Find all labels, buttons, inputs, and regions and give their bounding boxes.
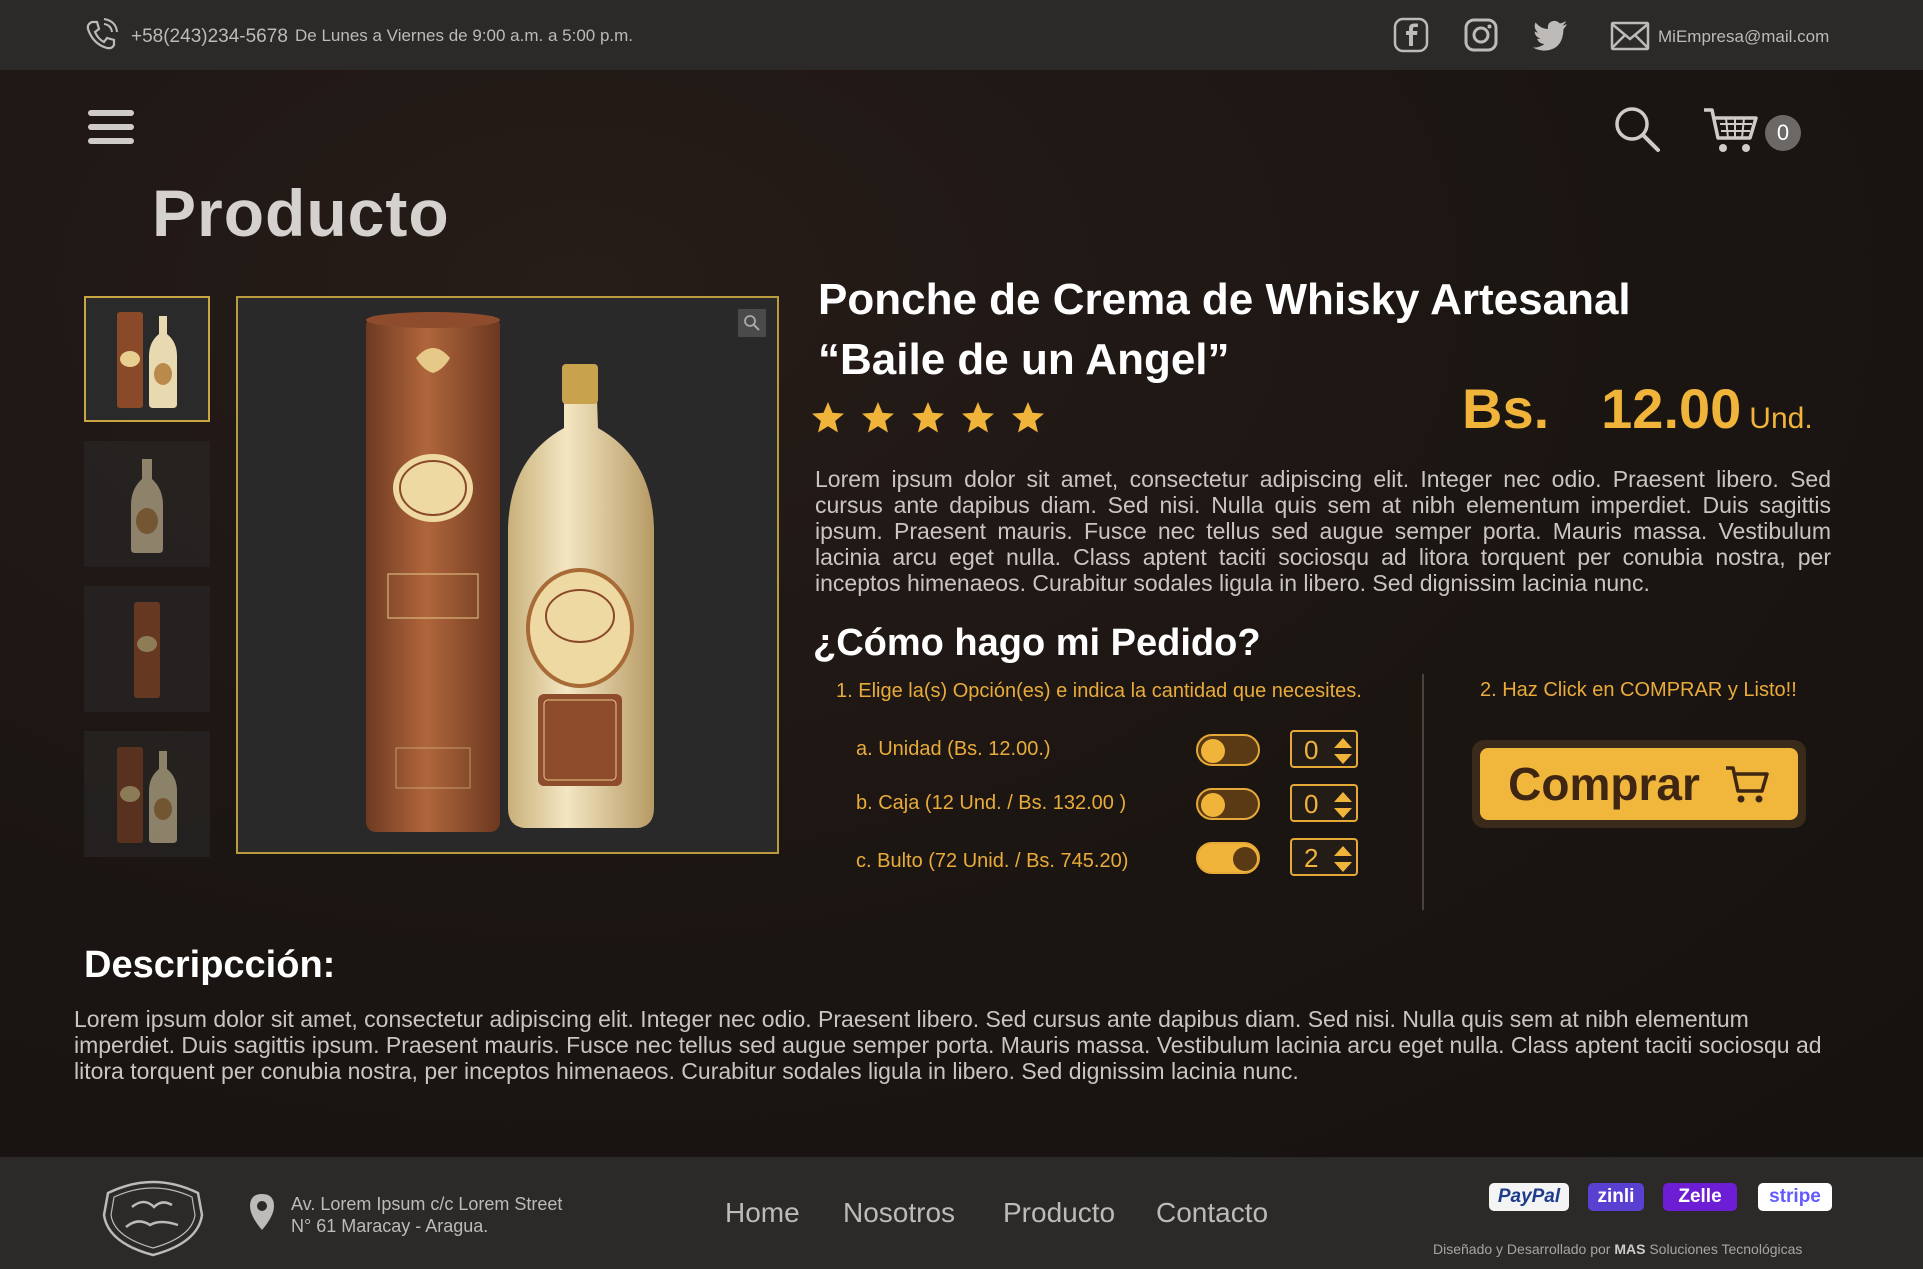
credits: Diseñado y Desarrollado por MAS Solucion…: [1433, 1241, 1802, 1257]
footer-nav-producto[interactable]: Producto: [1003, 1197, 1115, 1229]
star-icon: [1012, 402, 1044, 433]
star-icon: [812, 402, 844, 433]
brand-logo[interactable]: [98, 1173, 208, 1257]
cart-icon: [1725, 766, 1769, 803]
paypal-logo: PayPal: [1489, 1183, 1569, 1211]
location-pin-icon: [250, 1194, 274, 1230]
footer-nav-contacto[interactable]: Contacto: [1156, 1197, 1268, 1229]
stripe-logo: stripe: [1758, 1183, 1832, 1211]
address-line-2: N° 61 Maracay - Aragua.: [291, 1216, 489, 1236]
product-thumbnail-image: [117, 747, 177, 843]
price-unit: Und.: [1749, 402, 1813, 435]
star-icon: [962, 402, 994, 433]
thumbnail-3[interactable]: [84, 586, 210, 712]
facebook-icon[interactable]: [1392, 16, 1430, 54]
top-bar: +58(243)234-5678 De Lunes a Viernes de 9…: [0, 0, 1923, 70]
buy-button-label: Comprar: [1508, 758, 1700, 810]
option-bulk-quantity-stepper[interactable]: 2: [1290, 838, 1358, 876]
product-name: Ponche de Crema de Whisky Artesanal “Bai…: [818, 270, 1718, 390]
option-box-quantity-stepper[interactable]: 0: [1290, 784, 1358, 822]
product-main-image[interactable]: [236, 296, 779, 854]
option-bulk-label: c. Bulto (72 Unid. / Bs. 745.20): [856, 850, 1129, 872]
page-title: Producto: [152, 176, 450, 250]
zoom-icon[interactable]: [738, 309, 766, 337]
product-price: Bs. 12.00 Und.: [1462, 376, 1813, 441]
footer-nav-home[interactable]: Home: [725, 1197, 800, 1229]
thumbnail-2[interactable]: [84, 441, 210, 567]
order-step-1: 1. Elige la(s) Opción(es) e indica la ca…: [836, 680, 1362, 702]
price-currency: Bs.: [1462, 377, 1550, 440]
option-unit-quantity-stepper[interactable]: 0: [1290, 730, 1358, 768]
address-line-1: Av. Lorem Ipsum c/c Lorem Street: [291, 1194, 563, 1214]
option-unit-label: a. Unidad (Bs. 12.00.): [856, 738, 1051, 760]
footer-nav-nosotros[interactable]: Nosotros: [843, 1197, 955, 1229]
option-bulk-quantity: 2: [1304, 843, 1319, 873]
thumbnail-1[interactable]: [84, 296, 210, 422]
option-box-quantity: 0: [1304, 789, 1319, 819]
bottle-thumbnail-image: [131, 459, 163, 553]
stepper-arrows-icon[interactable]: [1332, 844, 1354, 874]
address: Av. Lorem Ipsum c/c Lorem Street N° 61 M…: [291, 1193, 562, 1237]
phone-icon: [86, 18, 118, 50]
business-hours: De Lunes a Viernes de 9:00 a.m. a 5:00 p…: [295, 26, 634, 45]
option-unit-toggle[interactable]: [1196, 734, 1260, 766]
footer: Av. Lorem Ipsum c/c Lorem Street N° 61 M…: [0, 1157, 1923, 1269]
option-bulk-toggle[interactable]: [1196, 842, 1260, 874]
order-instructions-title: ¿Cómo hago mi Pedido?: [813, 622, 1261, 664]
stepper-arrows-icon[interactable]: [1332, 736, 1354, 766]
zinli-logo: zinli: [1588, 1183, 1644, 1211]
instagram-icon[interactable]: [1462, 16, 1500, 54]
option-box-toggle[interactable]: [1196, 788, 1260, 820]
product-name-line1: Ponche de Crema de Whisky Artesanal: [818, 275, 1631, 324]
product-summary: Lorem ipsum dolor sit amet, consectetur …: [815, 466, 1831, 596]
option-unit-quantity: 0: [1304, 735, 1319, 765]
phone-number[interactable]: +58(243)234-5678: [131, 26, 288, 48]
credit-brand[interactable]: MAS: [1614, 1241, 1645, 1257]
rating-stars: [810, 400, 1046, 436]
product-photo: [366, 312, 654, 832]
search-icon[interactable]: [1612, 104, 1662, 154]
star-icon: [912, 402, 944, 433]
credit-prefix: Diseñado y Desarrollado por: [1433, 1241, 1611, 1257]
menu-icon[interactable]: [88, 110, 134, 148]
product-thumbnail-image: [117, 312, 177, 408]
description-title: Descripcción:: [84, 944, 336, 986]
mail-icon: [1610, 21, 1650, 51]
stepper-arrows-icon[interactable]: [1332, 790, 1354, 820]
email-link[interactable]: MiEmpresa@mail.com: [1658, 27, 1829, 47]
buy-button[interactable]: Comprar: [1472, 740, 1806, 828]
price-value: 12.00: [1601, 377, 1742, 440]
order-divider: [1422, 674, 1424, 910]
description-text: Lorem ipsum dolor sit amet, consectetur …: [74, 1006, 1822, 1084]
cart-count-badge: 0: [1765, 115, 1801, 151]
credit-suffix: Soluciones Tecnológicas: [1649, 1241, 1803, 1257]
order-step-2: 2. Haz Click en COMPRAR y Listo!!: [1480, 679, 1797, 701]
thumbnail-4[interactable]: [84, 731, 210, 857]
twitter-icon[interactable]: [1532, 16, 1570, 54]
star-icon: [862, 402, 894, 433]
zelle-logo: Zelle: [1663, 1183, 1737, 1211]
cart-icon[interactable]: [1702, 104, 1760, 156]
option-box-label: b. Caja (12 Und. / Bs. 132.00 ): [856, 792, 1127, 814]
tube-thumbnail-image: [134, 602, 160, 698]
